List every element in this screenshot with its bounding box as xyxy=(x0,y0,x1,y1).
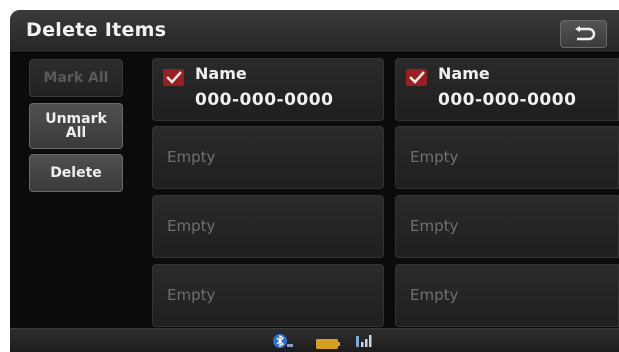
checkbox-checked[interactable] xyxy=(163,69,184,86)
back-arrow-icon xyxy=(574,26,595,41)
delete-items-screen: Delete Items Mark All Unmark All Delete … xyxy=(10,10,619,352)
empty-slot-label: Empty xyxy=(167,148,216,166)
contact-name: Name xyxy=(195,64,247,83)
list-item[interactable]: Name 000-000-0000 xyxy=(152,58,384,121)
empty-slot-label: Empty xyxy=(410,217,459,235)
empty-slot-label: Empty xyxy=(410,148,459,166)
empty-slot-label: Empty xyxy=(410,286,459,304)
list-item[interactable]: Empty xyxy=(152,264,384,327)
list-item[interactable]: Empty xyxy=(152,195,384,258)
contact-number: 000-000-0000 xyxy=(195,90,334,110)
list-item[interactable]: Empty xyxy=(395,126,619,189)
mark-all-label: Mark All xyxy=(43,70,109,86)
header-bar: Delete Items xyxy=(10,10,619,53)
list-item[interactable]: Empty xyxy=(395,195,619,258)
list-item[interactable]: Empty xyxy=(395,264,619,327)
unmark-all-label-line2: All xyxy=(65,125,87,141)
delete-label: Delete xyxy=(50,165,102,181)
contact-number: 000-000-0000 xyxy=(438,90,577,110)
mark-all-button[interactable]: Mark All xyxy=(29,59,123,97)
list-item[interactable]: Name 000-000-0000 xyxy=(395,58,619,121)
page-title: Delete Items xyxy=(26,19,167,41)
checkmark-icon xyxy=(166,71,182,84)
empty-slot-label: Empty xyxy=(167,217,216,235)
contact-name: Name xyxy=(438,64,490,83)
empty-slot-label: Empty xyxy=(167,286,216,304)
delete-button[interactable]: Delete xyxy=(29,154,123,192)
battery-icon xyxy=(316,339,340,349)
checkmark-icon xyxy=(409,71,425,84)
status-bar xyxy=(10,328,619,352)
checkbox-checked[interactable] xyxy=(406,69,427,86)
bluetooth-icon xyxy=(273,334,293,348)
signal-icon xyxy=(356,335,372,347)
unmark-all-button[interactable]: Unmark All xyxy=(29,103,123,149)
unmark-all-label-line1: Unmark xyxy=(45,111,107,127)
list-item[interactable]: Empty xyxy=(152,126,384,189)
back-button[interactable] xyxy=(560,20,607,48)
